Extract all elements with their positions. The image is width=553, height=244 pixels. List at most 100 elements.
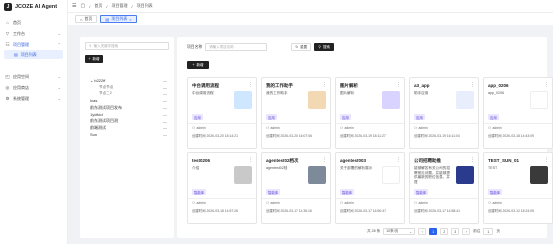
card-description: 中台调用流程: [192, 91, 214, 95]
project-card[interactable]: 图片解析 ⋮ 图片解析 应用 ⚇ admin 创建时间 2026-03-19 18:11:2…: [335, 77, 405, 149]
creator-name: admin: [196, 126, 206, 130]
card-thumbnail: [530, 166, 548, 184]
more-vertical-icon[interactable]: ⋮: [396, 82, 401, 88]
tree-node[interactable]: Icas —: [89, 97, 169, 104]
tree-node[interactable]: 节点节点 —: [89, 84, 169, 91]
card-title: test0206: [192, 158, 211, 163]
created-prefix: 创建时间: [266, 134, 280, 138]
project-card[interactable]: TEST_SUN_01 ⋮ TEST 智能体 ⚇ admin 创建时间 2026-03-12…: [483, 152, 553, 224]
search-icon: ⚲: [89, 44, 92, 48]
chevron-up-icon: ⌃: [57, 42, 61, 47]
more-vertical-icon[interactable]: ⋮: [396, 157, 401, 163]
reset-label: 重置: [300, 44, 308, 49]
more-icon[interactable]: —: [163, 125, 167, 130]
tree-node[interactable]: 1ydfcid —: [89, 111, 169, 118]
tree: ⌄ b222ff — 节点节点 — 节点二2 — Icas — 前东测试项目发布 — 1yd…: [89, 77, 169, 138]
card-creator: ⚇ admin: [266, 201, 280, 205]
page-button[interactable]: 3: [451, 228, 460, 235]
sidebar-item-project-mgmt[interactable]: ☷ 项目管理 ⌃: [0, 39, 67, 50]
tree-node[interactable]: 前东测试项目发布 —: [89, 104, 169, 111]
more-vertical-icon[interactable]: ⋮: [322, 82, 327, 88]
tree-add-button[interactable]: + 新增: [85, 55, 103, 63]
page-size-select[interactable]: 10条/页 ⌄: [383, 228, 416, 235]
tree-node[interactable]: 前端测试 —: [89, 125, 169, 132]
more-vertical-icon[interactable]: ⋮: [544, 82, 549, 88]
sidebar-item-app-space[interactable]: ◰ 应用空间 ⌄: [0, 71, 67, 82]
tab-project-list[interactable]: ▤ 项目列表 ×: [100, 15, 137, 23]
project-card[interactable]: agentest003 ⋮ 关于部署的解析展示 智能体 ⚇ admin 创建时间 2026-…: [335, 152, 405, 224]
more-vertical-icon[interactable]: ⋮: [470, 82, 475, 88]
project-name-input[interactable]: 请输入项目名称: [205, 43, 268, 51]
project-card[interactable]: test0206 ⋮ 介绍 智能体 ⚇ admin 创建时间 2026-03-18 14:5…: [187, 152, 257, 224]
card-creator: ⚇ admin: [488, 126, 502, 130]
project-card[interactable]: agentest02档次 ⋮ agentest02档 智能体 ⚇ admin 创建时间 20…: [261, 152, 331, 224]
card-created-time: 创建时间 2026-03-17 16:50:47: [340, 208, 386, 213]
more-icon[interactable]: —: [163, 91, 167, 96]
breadcrumb-home[interactable]: 首页: [94, 3, 102, 9]
created-value: 2026-03-17 14:58:41: [428, 209, 460, 213]
card-thumbnail: [234, 166, 252, 184]
more-vertical-icon[interactable]: ⋮: [470, 157, 475, 163]
page-button[interactable]: 1: [429, 228, 438, 235]
chevron-down-icon: ⌄: [90, 77, 94, 83]
created-prefix: 创建时间: [192, 209, 206, 213]
created-value: 2026-03-19 16:11:04: [428, 134, 460, 138]
card-description: 能够解答有关公司的招聘常见问题，并能够提供最新的职位信息，并提: [414, 166, 450, 184]
tree-node[interactable]: Sun —: [89, 131, 169, 138]
tree-search-input[interactable]: ⚲ 输入关键字搜索: [85, 42, 169, 50]
menu-fold-icon[interactable]: ☰: [72, 3, 76, 9]
more-icon[interactable]: —: [163, 132, 167, 137]
tab-home[interactable]: ⌂ 首页: [75, 15, 98, 23]
next-page-button[interactable]: ›: [462, 228, 471, 235]
divider: [484, 198, 552, 199]
breadcrumb-project-mgmt[interactable]: 项目管理: [111, 3, 127, 9]
sidebar-item-app-store[interactable]: ◎ 应用商店 ⌄: [0, 82, 67, 93]
project-card[interactable]: 我的工作助手 ⋮ 我的工作助手 应用 ⚇ admin 创建时间 2026-03-20 16:…: [261, 77, 331, 149]
search-button[interactable]: ⚲ 搜索: [314, 43, 335, 51]
tree-node[interactable]: ⌄ b222ff —: [89, 77, 169, 84]
add-project-button[interactable]: + 新增: [187, 61, 209, 69]
more-vertical-icon[interactable]: ⋮: [248, 157, 253, 163]
more-vertical-icon[interactable]: ⋮: [544, 157, 549, 163]
project-card[interactable]: app_0206 ⋮ app_0206 应用 ⚇ admin 创建时间 2026-03-18…: [483, 77, 553, 149]
search-label: 搜索: [322, 44, 330, 49]
sidebar-item-system[interactable]: ⚙ 系统管理 ⌄: [0, 93, 67, 104]
card-creator: ⚇ admin: [414, 126, 428, 130]
tree-search-placeholder: 输入关键字搜索: [93, 43, 119, 48]
card-description: 助手应用: [414, 91, 429, 95]
prev-page-button[interactable]: ‹: [418, 228, 427, 235]
close-icon[interactable]: ×: [129, 17, 131, 22]
breadcrumb-separator: /: [106, 3, 108, 9]
more-icon[interactable]: —: [163, 105, 167, 110]
card-creator: ⚇ admin: [340, 126, 354, 130]
type-badge: 智能体: [192, 189, 207, 195]
more-icon[interactable]: —: [163, 112, 167, 117]
project-card[interactable]: 公司招聘助推 ⋮ 能够解答有关公司的招聘常见问题，并能够提供最新的职位信息，并提 智能…: [409, 152, 479, 224]
project-card[interactable]: 中台调用流程 ⋮ 中台调用流程 应用 ⚇ admin 创建时间 2026-03-20 18:…: [187, 77, 257, 149]
sidebar-item-workbench[interactable]: ▽ 工作台 ⌄: [0, 28, 67, 39]
more-vertical-icon[interactable]: ⋮: [248, 82, 253, 88]
project-card[interactable]: a3_app ⋮ 助手应用 应用 ⚇ admin 创建时间 2026-03-19 16:11…: [409, 77, 479, 149]
pager-total: 共 28 条: [367, 229, 381, 233]
more-icon[interactable]: —: [163, 119, 167, 124]
breadcrumb-separator: /: [131, 3, 133, 9]
page-button[interactable]: 2: [440, 228, 449, 235]
goto-page-input[interactable]: 1: [483, 228, 494, 235]
type-badge: 智能体: [488, 189, 503, 195]
reset-button[interactable]: ↻ 重置: [291, 43, 312, 51]
sidebar-item-project-list[interactable]: ▤ 项目列表: [4, 50, 63, 59]
creator-name: admin: [492, 126, 502, 130]
refresh-icon[interactable]: ▢: [80, 3, 85, 9]
more-vertical-icon[interactable]: ⋮: [322, 157, 327, 163]
card-title: 图片解析: [340, 83, 358, 88]
type-badge: 应用: [414, 114, 425, 120]
card-creator: ⚇ admin: [340, 201, 354, 205]
tree-node[interactable]: 节点二2 —: [89, 91, 169, 98]
divider: [336, 198, 404, 199]
divider: [410, 123, 478, 124]
more-icon[interactable]: —: [163, 78, 167, 83]
sidebar-item-home[interactable]: ⌂ 首页: [0, 17, 67, 28]
more-icon[interactable]: —: [163, 98, 167, 103]
more-icon[interactable]: —: [163, 85, 167, 90]
tree-node[interactable]: 前东测试项目测 —: [89, 118, 169, 125]
